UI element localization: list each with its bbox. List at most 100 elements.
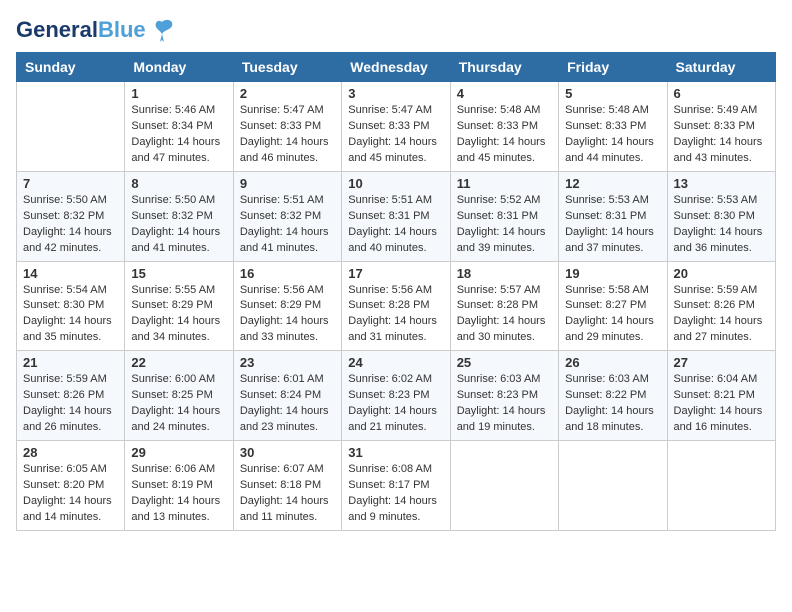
day-number: 30 [240, 445, 335, 460]
cell-info: Sunrise: 5:53 AM Sunset: 8:31 PM Dayligh… [565, 193, 660, 257]
cell-info: Sunrise: 5:55 AM Sunset: 8:29 PM Dayligh… [131, 283, 226, 347]
day-number: 4 [457, 86, 552, 101]
day-header-friday: Friday [559, 53, 667, 82]
calendar-cell: 21 Sunrise: 5:59 AM Sunset: 8:26 PM Dayli… [17, 351, 125, 441]
calendar-cell: 13Sunrise: 5:53 AM Sunset: 8:30 PM Dayli… [667, 171, 775, 261]
calendar-cell: 9 Sunrise: 5:51 AM Sunset: 8:32 PM Daylig… [233, 171, 341, 261]
cell-info: Sunrise: 6:07 AM Sunset: 8:18 PM Dayligh… [240, 462, 335, 526]
cell-info: Sunrise: 5:51 AM Sunset: 8:32 PM Dayligh… [240, 193, 335, 257]
day-number: 8 [131, 176, 226, 191]
calendar-table: SundayMondayTuesdayWednesdayThursdayFrid… [16, 52, 776, 531]
cell-info: Sunrise: 5:46 AM Sunset: 8:34 PM Dayligh… [131, 103, 226, 167]
calendar-cell: 20 Sunrise: 5:59 AM Sunset: 8:26 PM Dayli… [667, 261, 775, 351]
day-number: 10 [348, 176, 443, 191]
day-number: 9 [240, 176, 335, 191]
day-number: 17 [348, 266, 443, 281]
day-header-sunday: Sunday [17, 53, 125, 82]
cell-info: Sunrise: 6:00 AM Sunset: 8:25 PM Dayligh… [131, 372, 226, 436]
cell-info: Sunrise: 5:56 AM Sunset: 8:28 PM Dayligh… [348, 283, 443, 347]
day-number: 20 [674, 266, 769, 281]
cell-info: Sunrise: 5:50 AM Sunset: 8:32 PM Dayligh… [23, 193, 118, 257]
day-number: 29 [131, 445, 226, 460]
day-header-thursday: Thursday [450, 53, 558, 82]
day-number: 5 [565, 86, 660, 101]
day-number: 31 [348, 445, 443, 460]
cell-info: Sunrise: 6:03 AM Sunset: 8:22 PM Dayligh… [565, 372, 660, 436]
cell-info: Sunrise: 5:49 AM Sunset: 8:33 PM Dayligh… [674, 103, 769, 167]
week-row-2: 7 Sunrise: 5:50 AM Sunset: 8:32 PM Daylig… [17, 171, 776, 261]
calendar-cell: 31 Sunrise: 6:08 AM Sunset: 8:17 PM Dayli… [342, 441, 450, 531]
day-number: 25 [457, 355, 552, 370]
calendar-cell: 28 Sunrise: 6:05 AM Sunset: 8:20 PM Dayli… [17, 441, 125, 531]
cell-info: Sunrise: 5:50 AM Sunset: 8:32 PM Dayligh… [131, 193, 226, 257]
cell-info: Sunrise: 5:59 AM Sunset: 8:26 PM Dayligh… [674, 283, 769, 347]
calendar-cell: 22Sunrise: 6:00 AM Sunset: 8:25 PM Dayli… [125, 351, 233, 441]
calendar-cell: 23 Sunrise: 6:01 AM Sunset: 8:24 PM Dayli… [233, 351, 341, 441]
day-number: 1 [131, 86, 226, 101]
cell-info: Sunrise: 5:58 AM Sunset: 8:27 PM Dayligh… [565, 283, 660, 347]
week-row-5: 28 Sunrise: 6:05 AM Sunset: 8:20 PM Dayli… [17, 441, 776, 531]
calendar-cell: 27 Sunrise: 6:04 AM Sunset: 8:21 PM Dayli… [667, 351, 775, 441]
cell-info: Sunrise: 6:03 AM Sunset: 8:23 PM Dayligh… [457, 372, 552, 436]
calendar-cell: 30 Sunrise: 6:07 AM Sunset: 8:18 PM Dayli… [233, 441, 341, 531]
day-number: 27 [674, 355, 769, 370]
cell-info: Sunrise: 6:06 AM Sunset: 8:19 PM Dayligh… [131, 462, 226, 526]
cell-info: Sunrise: 5:47 AM Sunset: 8:33 PM Dayligh… [348, 103, 443, 167]
cell-info: Sunrise: 5:57 AM Sunset: 8:28 PM Dayligh… [457, 283, 552, 347]
day-number: 26 [565, 355, 660, 370]
day-number: 18 [457, 266, 552, 281]
calendar-cell: 15 Sunrise: 5:55 AM Sunset: 8:29 PM Dayli… [125, 261, 233, 351]
cell-info: Sunrise: 6:01 AM Sunset: 8:24 PM Dayligh… [240, 372, 335, 436]
cell-info: Sunrise: 5:59 AM Sunset: 8:26 PM Dayligh… [23, 372, 118, 436]
calendar-cell: 25 Sunrise: 6:03 AM Sunset: 8:23 PM Dayli… [450, 351, 558, 441]
day-number: 2 [240, 86, 335, 101]
calendar-cell: 29 Sunrise: 6:06 AM Sunset: 8:19 PM Dayli… [125, 441, 233, 531]
calendar-cell: 14 Sunrise: 5:54 AM Sunset: 8:30 PM Dayli… [17, 261, 125, 351]
cell-info: Sunrise: 6:08 AM Sunset: 8:17 PM Dayligh… [348, 462, 443, 526]
day-number: 13 [674, 176, 769, 191]
calendar-cell: 12Sunrise: 5:53 AM Sunset: 8:31 PM Dayli… [559, 171, 667, 261]
cell-info: Sunrise: 6:04 AM Sunset: 8:21 PM Dayligh… [674, 372, 769, 436]
logo: GeneralBlue [16, 16, 176, 44]
calendar-cell: 26 Sunrise: 6:03 AM Sunset: 8:22 PM Dayli… [559, 351, 667, 441]
day-header-tuesday: Tuesday [233, 53, 341, 82]
calendar-cell: 11Sunrise: 5:52 AM Sunset: 8:31 PM Dayli… [450, 171, 558, 261]
day-number: 15 [131, 266, 226, 281]
page-header: GeneralBlue [16, 16, 776, 44]
cell-info: Sunrise: 5:54 AM Sunset: 8:30 PM Dayligh… [23, 283, 118, 347]
week-row-1: 1 Sunrise: 5:46 AM Sunset: 8:34 PM Daylig… [17, 82, 776, 172]
calendar-cell: 1 Sunrise: 5:46 AM Sunset: 8:34 PM Daylig… [125, 82, 233, 172]
day-number: 14 [23, 266, 118, 281]
cell-info: Sunrise: 6:05 AM Sunset: 8:20 PM Dayligh… [23, 462, 118, 526]
calendar-cell: 10Sunrise: 5:51 AM Sunset: 8:31 PM Dayli… [342, 171, 450, 261]
logo-text: GeneralBlue [16, 19, 146, 41]
calendar-cell: 24Sunrise: 6:02 AM Sunset: 8:23 PM Dayli… [342, 351, 450, 441]
calendar-cell: 16 Sunrise: 5:56 AM Sunset: 8:29 PM Dayli… [233, 261, 341, 351]
cell-info: Sunrise: 5:56 AM Sunset: 8:29 PM Dayligh… [240, 283, 335, 347]
cell-info: Sunrise: 5:47 AM Sunset: 8:33 PM Dayligh… [240, 103, 335, 167]
day-number: 23 [240, 355, 335, 370]
day-header-wednesday: Wednesday [342, 53, 450, 82]
calendar-header-row: SundayMondayTuesdayWednesdayThursdayFrid… [17, 53, 776, 82]
logo-bird-icon [148, 16, 176, 44]
calendar-cell: 2 Sunrise: 5:47 AM Sunset: 8:33 PM Daylig… [233, 82, 341, 172]
week-row-4: 21 Sunrise: 5:59 AM Sunset: 8:26 PM Dayli… [17, 351, 776, 441]
day-number: 28 [23, 445, 118, 460]
day-number: 11 [457, 176, 552, 191]
calendar-cell: 19 Sunrise: 5:58 AM Sunset: 8:27 PM Dayli… [559, 261, 667, 351]
day-number: 3 [348, 86, 443, 101]
calendar-cell [450, 441, 558, 531]
calendar-cell: 17 Sunrise: 5:56 AM Sunset: 8:28 PM Dayli… [342, 261, 450, 351]
day-number: 6 [674, 86, 769, 101]
day-number: 21 [23, 355, 118, 370]
day-number: 19 [565, 266, 660, 281]
calendar-cell: 3 Sunrise: 5:47 AM Sunset: 8:33 PM Daylig… [342, 82, 450, 172]
day-number: 16 [240, 266, 335, 281]
calendar-cell: 5 Sunrise: 5:48 AM Sunset: 8:33 PM Daylig… [559, 82, 667, 172]
calendar-cell [559, 441, 667, 531]
cell-info: Sunrise: 5:48 AM Sunset: 8:33 PM Dayligh… [565, 103, 660, 167]
calendar-body: 1 Sunrise: 5:46 AM Sunset: 8:34 PM Daylig… [17, 82, 776, 531]
week-row-3: 14 Sunrise: 5:54 AM Sunset: 8:30 PM Dayli… [17, 261, 776, 351]
day-number: 7 [23, 176, 118, 191]
calendar-cell: 6 Sunrise: 5:49 AM Sunset: 8:33 PM Daylig… [667, 82, 775, 172]
